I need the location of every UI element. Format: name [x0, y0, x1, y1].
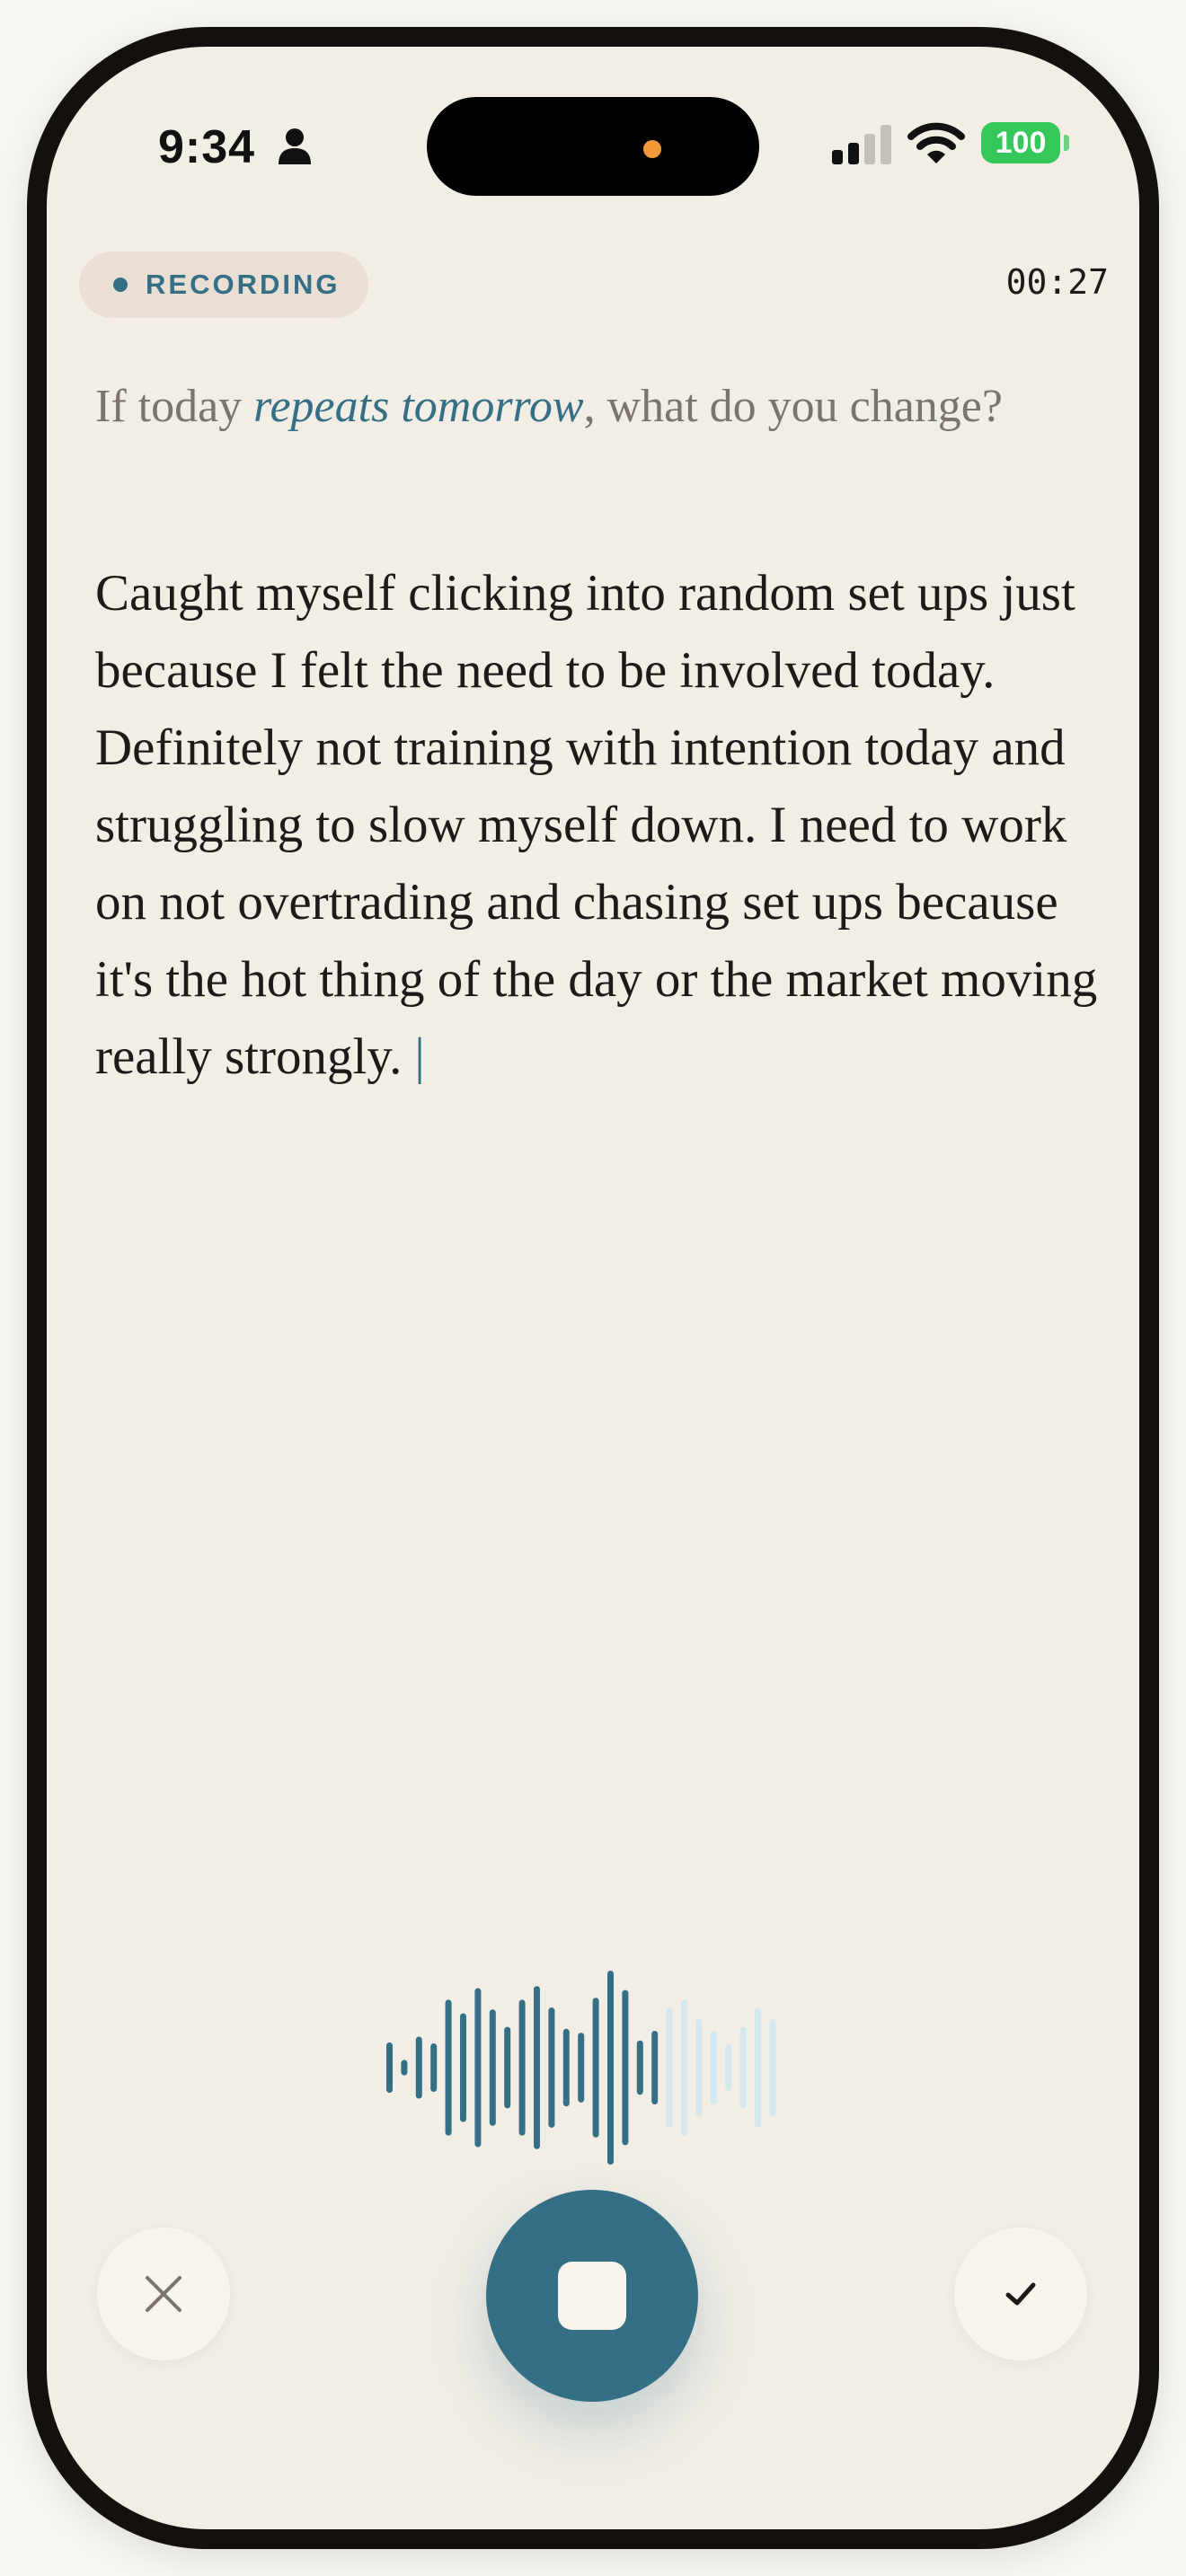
- recording-dot-icon: [113, 278, 128, 292]
- status-time: 9:34: [158, 121, 256, 173]
- waveform-bar-active: [386, 2042, 393, 2094]
- confirm-button[interactable]: [954, 2228, 1087, 2360]
- transcript-text-area[interactable]: Caught myself clicking into random set u…: [95, 555, 1120, 1096]
- waveform-bar-active: [607, 1971, 614, 2165]
- prompt-emphasis: repeats tomorrow: [253, 381, 584, 432]
- waveform-graphic: [386, 1971, 776, 2165]
- waveform-bar-active: [415, 2036, 422, 2099]
- waveform-bar-pending: [695, 2019, 703, 2116]
- text-cursor: |: [414, 1028, 425, 1085]
- waveform-bar-active: [474, 1988, 482, 2148]
- stop-icon: [558, 2262, 626, 2330]
- waveform-bar-active: [548, 2007, 555, 2128]
- waveform-bar-pending: [769, 2019, 776, 2116]
- journal-prompt: If today repeats tomorrow, what do you c…: [95, 379, 1084, 435]
- waveform-bar-active: [636, 2040, 643, 2095]
- waveform-bar-pending: [666, 2007, 673, 2128]
- waveform-bar-active: [504, 2026, 511, 2109]
- waveform-bar-active: [592, 1998, 599, 2138]
- waveform-bar-active: [578, 2033, 585, 2103]
- waveform-bar-active: [562, 2028, 570, 2107]
- battery-tip: [1064, 135, 1069, 151]
- close-icon: [146, 2276, 181, 2312]
- person-icon: [279, 128, 311, 164]
- dynamic-island: [427, 97, 759, 196]
- waveform-bar-active: [460, 2013, 466, 2122]
- wifi-icon: [907, 122, 965, 163]
- waveform-bar-active: [401, 2060, 408, 2076]
- prompt-text-start: If today: [95, 381, 254, 432]
- cellular-signal-icon: [832, 125, 891, 164]
- cancel-button[interactable]: [97, 2228, 230, 2360]
- waveform-bar-pending: [755, 2007, 761, 2128]
- waveform-bar-active: [534, 1986, 540, 2149]
- checkmark-icon: [1005, 2282, 1036, 2306]
- prompt-text-end: , what do you change?: [583, 381, 1003, 432]
- status-bar: 9:34 100: [47, 47, 1139, 217]
- recording-badge: RECORDING: [79, 251, 368, 318]
- waveform-bar-pending: [739, 2026, 747, 2109]
- phone-screen: 9:34 100 RECORDING 00:27 If today repeat…: [27, 27, 1159, 2549]
- waveform-bar-active: [622, 1989, 629, 2146]
- recording-timer: 00:27: [1005, 262, 1109, 302]
- waveform-bar-active: [430, 2043, 438, 2092]
- waveform-bar-pending: [681, 1999, 687, 2136]
- privacy-indicator-dot: [643, 140, 661, 158]
- waveform-bar-active: [518, 1999, 526, 2136]
- battery-icon: 100: [981, 122, 1060, 163]
- audio-waveform: [47, 1960, 1139, 2175]
- recording-label: RECORDING: [146, 269, 341, 300]
- waveform-bar-active: [489, 2009, 496, 2126]
- stop-recording-button[interactable]: [486, 2190, 698, 2402]
- waveform-bar-pending: [725, 2044, 732, 2091]
- waveform-bar-active: [651, 2030, 659, 2105]
- waveform-bar-pending: [710, 2030, 717, 2105]
- waveform-bar-active: [445, 1999, 452, 2136]
- transcript-text: Caught myself clicking into random set u…: [95, 565, 1098, 1085]
